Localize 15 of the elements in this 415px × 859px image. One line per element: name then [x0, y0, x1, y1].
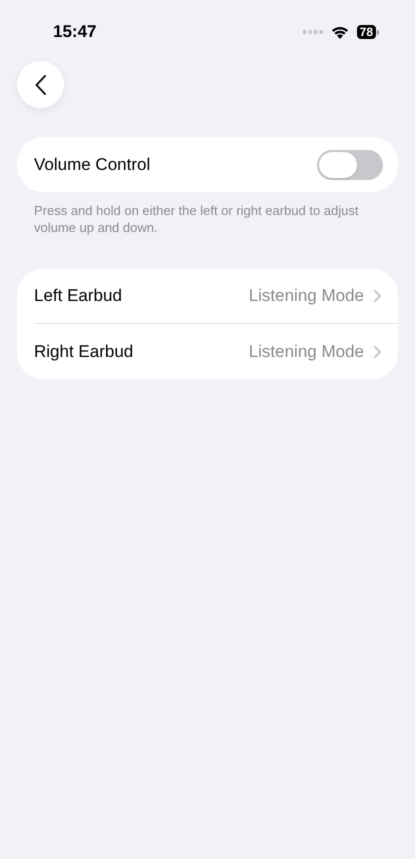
row-label: Right Earbud [34, 340, 134, 363]
toggle-switch[interactable] [317, 150, 383, 180]
status-time: 15:47 [53, 21, 96, 44]
chevron-icon [374, 346, 381, 358]
back-button[interactable] [17, 61, 64, 108]
signal-icon [302, 30, 323, 34]
back-icon [35, 74, 46, 94]
footer-note: Press and hold on either the left or right earbud to adjust volume up and down. [33, 202, 360, 236]
row-value[interactable]: Listening Mode [248, 283, 364, 309]
chevron-icon [374, 290, 381, 302]
battery-icon: 78 [356, 25, 379, 39]
row-label: Left Earbud [34, 285, 122, 308]
row-value[interactable]: Listening Mode [248, 338, 364, 364]
wifi-icon [330, 26, 349, 38]
setting-label: Volume Control [34, 154, 150, 176]
